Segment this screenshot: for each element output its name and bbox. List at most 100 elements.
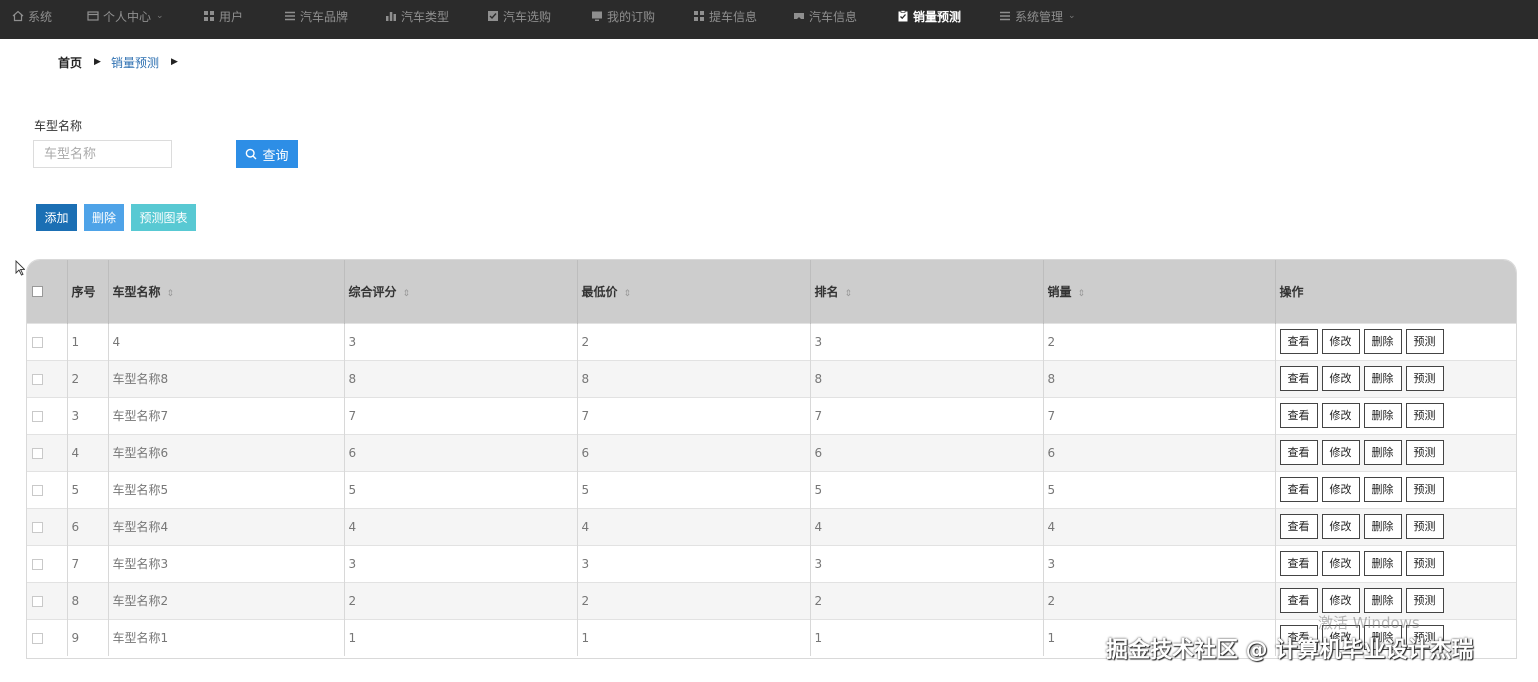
sort-icon[interactable]: ⇕ bbox=[845, 289, 853, 299]
row-checkbox[interactable] bbox=[32, 558, 43, 570]
grid-icon bbox=[693, 10, 705, 22]
cell-index: 1 bbox=[67, 323, 109, 360]
row-checkbox[interactable] bbox=[32, 595, 43, 607]
search-input[interactable] bbox=[33, 140, 172, 168]
watermark: 掘金技术社区 @ 计算机毕业设计杰瑞 bbox=[1106, 638, 1474, 663]
nav-item-system[interactable]: 系统 bbox=[12, 0, 52, 32]
nav-item-my-orders[interactable]: 我的订购 bbox=[591, 0, 655, 32]
view-button[interactable]: 查看 bbox=[1279, 588, 1318, 613]
header-name[interactable]: 车型名称 ⇕ bbox=[108, 260, 345, 323]
clipboard-icon bbox=[897, 10, 909, 22]
row-select-cell[interactable] bbox=[27, 434, 68, 471]
row-checkbox[interactable] bbox=[32, 336, 43, 348]
row-select-cell[interactable] bbox=[27, 508, 68, 545]
row-checkbox[interactable] bbox=[32, 632, 43, 644]
header-rank[interactable]: 排名 ⇕ bbox=[810, 260, 1044, 323]
row-checkbox[interactable] bbox=[32, 447, 43, 459]
row-select-cell[interactable] bbox=[27, 471, 68, 508]
predict-button[interactable]: 预测 bbox=[1405, 366, 1444, 391]
cell-index: 3 bbox=[67, 397, 109, 434]
list-icon bbox=[999, 10, 1011, 22]
view-button[interactable]: 查看 bbox=[1279, 440, 1318, 465]
view-button[interactable]: 查看 bbox=[1279, 514, 1318, 539]
cell-score: 3 bbox=[344, 545, 578, 582]
table-header-row: 序号 车型名称 ⇕ 综合评分 ⇕ 最低价 ⇕ 排名 ⇕ 销量 ⇕ 操作 bbox=[27, 260, 1516, 323]
table-row: 1 4 3 2 3 2 查看 修改 删除 预测 bbox=[27, 323, 1516, 360]
row-checkbox[interactable] bbox=[32, 410, 43, 422]
predict-button[interactable]: 预测 bbox=[1405, 551, 1444, 576]
predict-button[interactable]: 预测 bbox=[1405, 440, 1444, 465]
table-row: 3 车型名称7 7 7 7 7 查看 修改 删除 预测 bbox=[27, 397, 1516, 434]
add-button[interactable]: 添加 bbox=[36, 204, 77, 231]
delete-row-button[interactable]: 删除 bbox=[1363, 366, 1402, 391]
delete-row-button[interactable]: 删除 bbox=[1363, 514, 1402, 539]
view-button[interactable]: 查看 bbox=[1279, 551, 1318, 576]
nav-item-pickup-info[interactable]: 提车信息 bbox=[693, 0, 757, 32]
cell-price: 5 bbox=[577, 471, 811, 508]
view-button[interactable]: 查看 bbox=[1279, 477, 1318, 502]
windows-activation-notice: 激活 Windows bbox=[1318, 614, 1420, 632]
check-square-icon bbox=[487, 10, 499, 22]
view-button[interactable]: 查看 bbox=[1279, 366, 1318, 391]
predict-button[interactable]: 预测 bbox=[1405, 514, 1444, 539]
delete-button[interactable]: 删除 bbox=[84, 204, 124, 231]
edit-button[interactable]: 修改 bbox=[1321, 551, 1360, 576]
sort-icon[interactable]: ⇕ bbox=[1078, 289, 1086, 299]
view-button[interactable]: 查看 bbox=[1279, 329, 1318, 354]
predict-button[interactable]: 预测 bbox=[1405, 588, 1444, 613]
row-select-cell[interactable] bbox=[27, 582, 68, 619]
sort-icon[interactable]: ⇕ bbox=[624, 289, 632, 299]
delete-row-button[interactable]: 删除 bbox=[1363, 329, 1402, 354]
sort-icon[interactable]: ⇕ bbox=[167, 289, 175, 299]
header-score[interactable]: 综合评分 ⇕ bbox=[344, 260, 578, 323]
edit-button[interactable]: 修改 bbox=[1321, 366, 1360, 391]
delete-row-button[interactable]: 删除 bbox=[1363, 403, 1402, 428]
cell-sales: 2 bbox=[1043, 323, 1276, 360]
select-all-header[interactable] bbox=[27, 260, 68, 323]
nav-item-car-info[interactable]: 汽车信息 bbox=[793, 0, 857, 32]
header-sales[interactable]: 销量 ⇕ bbox=[1043, 260, 1276, 323]
cell-name: 4 bbox=[108, 323, 345, 360]
row-select-cell[interactable] bbox=[27, 360, 68, 397]
breadcrumb: 首页 ▶ 销量预测 ▶ bbox=[58, 54, 188, 70]
cell-price: 2 bbox=[577, 323, 811, 360]
edit-button[interactable]: 修改 bbox=[1321, 477, 1360, 502]
row-checkbox[interactable] bbox=[32, 484, 43, 496]
row-checkbox[interactable] bbox=[32, 521, 43, 533]
search-button[interactable]: 查询 bbox=[236, 140, 298, 168]
select-all-checkbox[interactable] bbox=[32, 286, 43, 298]
nav-item-personal-center[interactable]: 个人中心 ⌄ bbox=[87, 0, 164, 32]
sort-icon[interactable]: ⇕ bbox=[403, 289, 411, 299]
row-select-cell[interactable] bbox=[27, 545, 68, 582]
nav-item-car-type[interactable]: 汽车类型 bbox=[385, 0, 449, 32]
nav-item-system-management[interactable]: 系统管理 ⌄ bbox=[999, 0, 1076, 32]
edit-button[interactable]: 修改 bbox=[1321, 329, 1360, 354]
row-select-cell[interactable] bbox=[27, 323, 68, 360]
delete-row-button[interactable]: 删除 bbox=[1363, 477, 1402, 502]
breadcrumb-current[interactable]: 销量预测 bbox=[111, 54, 159, 71]
row-select-cell[interactable] bbox=[27, 397, 68, 434]
row-select-cell[interactable] bbox=[27, 619, 68, 656]
edit-button[interactable]: 修改 bbox=[1321, 588, 1360, 613]
nav-item-label: 提车信息 bbox=[709, 9, 758, 24]
delete-row-button[interactable]: 删除 bbox=[1363, 588, 1402, 613]
nav-item-car-brand[interactable]: 汽车品牌 bbox=[284, 0, 348, 32]
row-checkbox[interactable] bbox=[32, 373, 43, 385]
view-button[interactable]: 查看 bbox=[1279, 403, 1318, 428]
predict-button[interactable]: 预测 bbox=[1405, 329, 1444, 354]
breadcrumb-home[interactable]: 首页 bbox=[58, 54, 82, 71]
header-price[interactable]: 最低价 ⇕ bbox=[577, 260, 811, 323]
nav-item-car-purchase[interactable]: 汽车选购 bbox=[487, 0, 551, 32]
nav-item-sales-forecast[interactable]: 销量预测 bbox=[897, 0, 961, 32]
cell-price: 7 bbox=[577, 397, 811, 434]
forecast-chart-button[interactable]: 预测图表 bbox=[131, 204, 196, 231]
edit-button[interactable]: 修改 bbox=[1321, 403, 1360, 428]
cell-ops: 查看 修改 删除 预测 bbox=[1275, 323, 1516, 360]
predict-button[interactable]: 预测 bbox=[1405, 403, 1444, 428]
nav-item-users[interactable]: 用户 bbox=[203, 0, 243, 32]
delete-row-button[interactable]: 删除 bbox=[1363, 440, 1402, 465]
delete-row-button[interactable]: 删除 bbox=[1363, 551, 1402, 576]
predict-button[interactable]: 预测 bbox=[1405, 477, 1444, 502]
edit-button[interactable]: 修改 bbox=[1321, 514, 1360, 539]
edit-button[interactable]: 修改 bbox=[1321, 440, 1360, 465]
